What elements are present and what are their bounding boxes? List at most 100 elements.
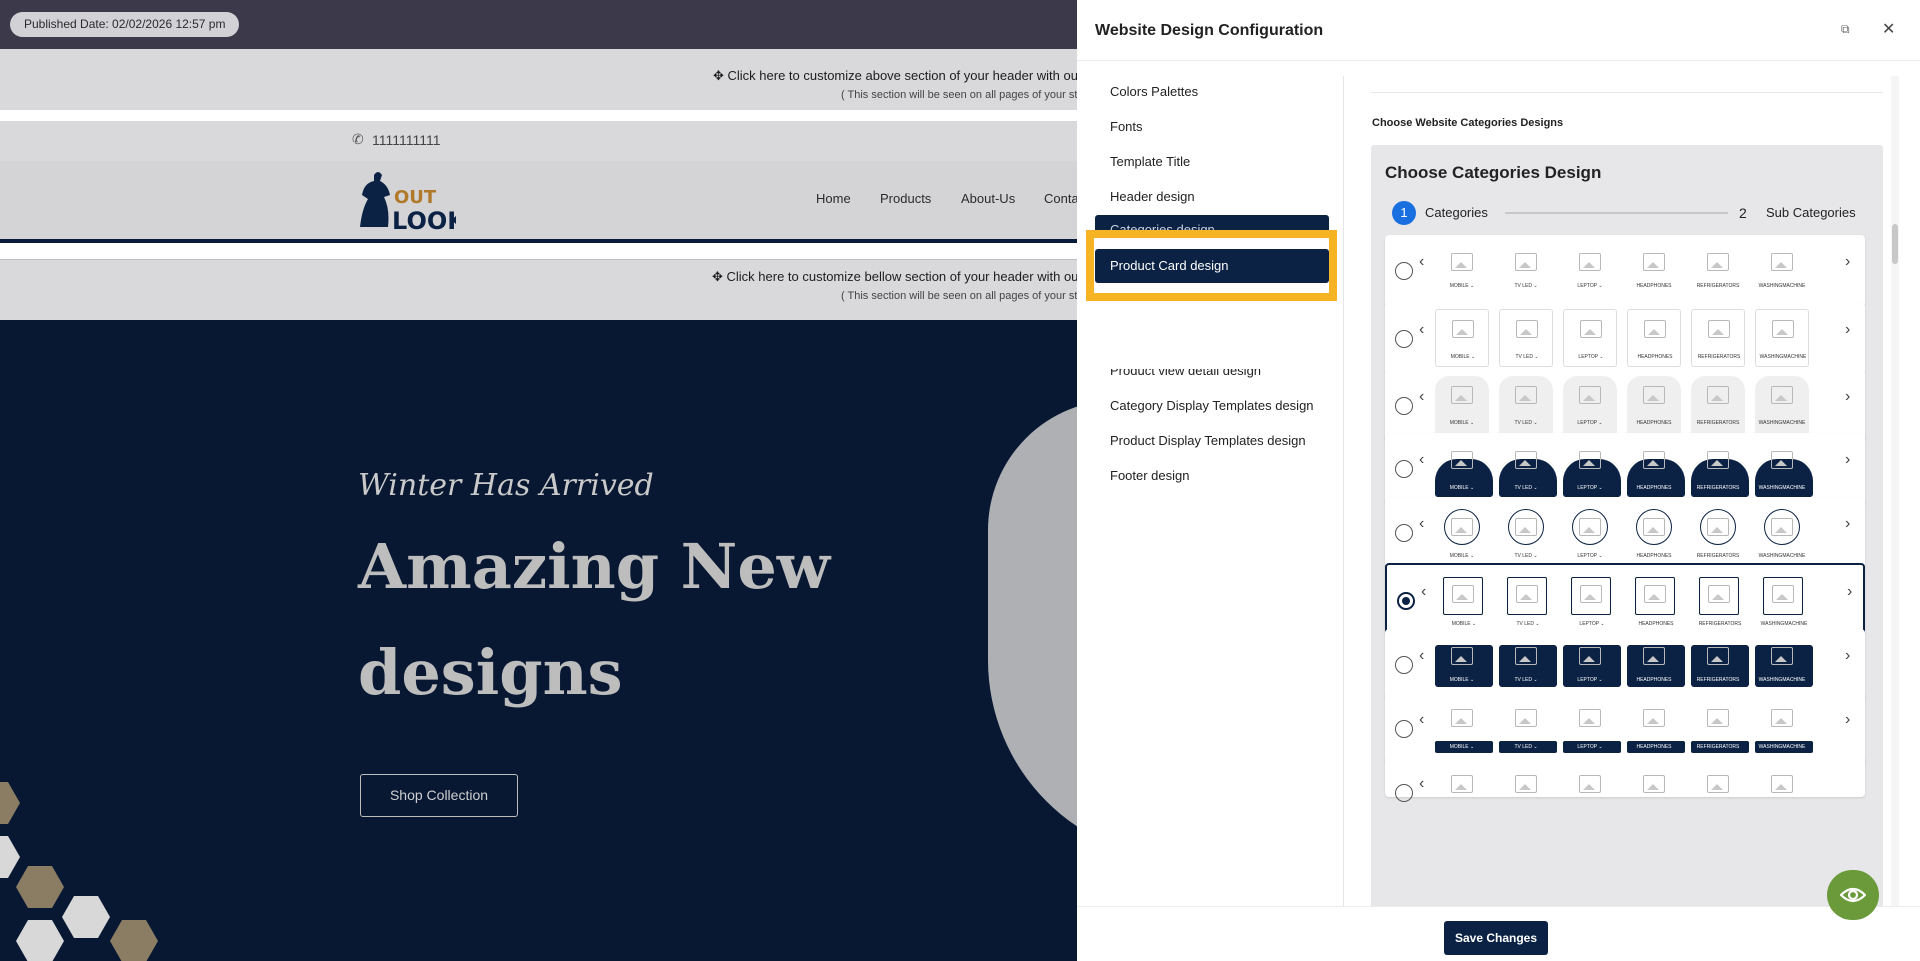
chevron-left-icon[interactable]: ‹ — [1419, 775, 1424, 793]
chevron-left-icon[interactable]: ‹ — [1419, 711, 1424, 729]
design-option-7[interactable]: ‹ › MOBILE ⌄ TV LED ⌄ LEPTOP ⌄ HEADPHONES REFR… — [1385, 629, 1865, 701]
design-option-radio[interactable] — [1395, 330, 1413, 348]
store-logo[interactable]: OUT LOOK — [352, 169, 456, 235]
design-option-radio[interactable] — [1395, 720, 1413, 738]
chevron-left-icon[interactable]: ‹ — [1419, 321, 1424, 339]
design-option-8[interactable]: ‹ › MOBILE ⌄ TV LED ⌄ LEPTOP ⌄ HEADPHONES REFR… — [1385, 693, 1865, 765]
category-tile: MOBILE ⌄ — [1435, 705, 1493, 753]
image-placeholder-icon — [1515, 647, 1537, 665]
step-1-indicator[interactable]: 1 — [1392, 201, 1416, 225]
category-tile: LEPTOP ⌄ — [1563, 509, 1617, 559]
image-placeholder-icon — [1771, 647, 1793, 665]
menu-fonts[interactable]: Fonts — [1110, 119, 1143, 134]
design-option-6[interactable]: ‹ › MOBILE ⌄ TV LED ⌄ LEPTOP ⌄ HEADPHONES REFR… — [1385, 563, 1865, 635]
design-option-radio[interactable] — [1395, 784, 1413, 802]
chevron-right-icon[interactable]: › — [1845, 515, 1850, 533]
menu-product-view-detail[interactable]: Product view detail design — [1110, 369, 1261, 378]
category-tile-label: HEADPHONES — [1636, 283, 1672, 289]
category-tile-label: MOBILE ⌄ — [1449, 744, 1475, 750]
shop-collection-button[interactable]: Shop Collection — [360, 774, 518, 817]
category-tile-label: WASHINGMACHINE — [1758, 485, 1806, 491]
design-option-1[interactable]: ‹ › MOBILE ⌄ TV LED ⌄ LEPTOP ⌄ HEADPHONES REFR… — [1385, 235, 1865, 307]
menu-footer-design[interactable]: Footer design — [1110, 468, 1190, 483]
category-tile-label: LEPTOP ⌄ — [1579, 621, 1605, 627]
design-option-9[interactable]: ‹ — [1385, 757, 1865, 802]
design-option-2[interactable]: ‹ › MOBILE ⌄ TV LED ⌄ LEPTOP ⌄ HEADPHONES REFR… — [1385, 303, 1865, 375]
nav-products[interactable]: Products — [880, 191, 931, 206]
image-placeholder-icon — [1707, 647, 1729, 665]
image-placeholder-icon — [1707, 518, 1729, 536]
chevron-right-icon[interactable]: › — [1845, 711, 1850, 729]
chevron-left-icon[interactable]: ‹ — [1421, 583, 1426, 601]
category-tile: LEPTOP ⌄ — [1563, 445, 1621, 497]
design-option-radio[interactable] — [1395, 460, 1413, 478]
header-bottom-customize-text[interactable]: ✥ Click here to customize bellow section… — [712, 269, 1077, 285]
image-placeholder-icon — [1579, 386, 1601, 404]
header-top-customize-strip[interactable]: ✥ Click here to customize above section … — [0, 49, 1077, 110]
category-tile-label: TV LED ⌄ — [1514, 677, 1538, 683]
chevron-left-icon[interactable]: ‹ — [1419, 647, 1424, 665]
nav-home[interactable]: Home — [816, 191, 851, 206]
hexagon-decoration — [62, 896, 110, 938]
header-bottom-customize-strip[interactable]: ✥ Click here to customize bellow section… — [0, 259, 1077, 320]
chevron-right-icon[interactable]: › — [1845, 253, 1850, 271]
design-option-5[interactable]: ‹ › MOBILE ⌄ TV LED ⌄ LEPTOP ⌄ HEADPHONES REFR… — [1385, 497, 1865, 569]
design-option-radio[interactable] — [1395, 397, 1413, 415]
step-2-label[interactable]: Sub Categories — [1766, 205, 1856, 220]
menu-category-display-templates[interactable]: Category Display Templates design — [1110, 398, 1314, 413]
design-option-radio[interactable] — [1395, 524, 1413, 542]
scrollbar-thumb[interactable] — [1892, 224, 1898, 264]
chevron-left-icon[interactable]: ‹ — [1419, 388, 1424, 406]
image-placeholder-icon — [1708, 585, 1730, 603]
design-option-4[interactable]: ‹ › MOBILE ⌄ TV LED ⌄ LEPTOP ⌄ HEADPHONES REFR… — [1385, 433, 1865, 505]
menu-header-design[interactable]: Header design — [1110, 189, 1195, 204]
menu-template-title[interactable]: Template Title — [1110, 154, 1190, 169]
design-option-radio[interactable] — [1395, 656, 1413, 674]
image-placeholder-icon — [1771, 451, 1793, 469]
image-placeholder-icon — [1451, 386, 1473, 404]
category-tile: TV LED ⌄ — [1499, 509, 1553, 559]
nav-contact[interactable]: Conta — [1044, 191, 1077, 206]
hexagon-decoration — [0, 782, 20, 824]
step-1-label[interactable]: Categories — [1425, 205, 1488, 220]
chevron-right-icon[interactable]: › — [1845, 647, 1850, 665]
design-option-radio[interactable] — [1397, 592, 1415, 610]
chevron-left-icon[interactable]: ‹ — [1419, 253, 1424, 271]
category-tile-label: HEADPHONES — [1637, 354, 1673, 360]
expand-icon[interactable]: ⧉ — [1841, 22, 1850, 37]
category-tile: REFRIGERATORS — [1691, 376, 1745, 434]
chevron-right-icon[interactable]: › — [1847, 583, 1852, 601]
design-option-3[interactable]: ‹ › MOBILE ⌄ TV LED ⌄ LEPTOP ⌄ HEADPHONES REFR… — [1385, 370, 1865, 442]
close-icon[interactable]: ✕ — [1882, 19, 1895, 39]
step-2-indicator[interactable]: 2 — [1739, 205, 1747, 221]
image-placeholder-icon — [1579, 253, 1601, 271]
category-tile-label: HEADPHONES — [1638, 621, 1674, 627]
chevron-right-icon[interactable]: › — [1845, 451, 1850, 469]
design-option-radio[interactable] — [1395, 262, 1413, 280]
chevron-left-icon[interactable]: ‹ — [1419, 515, 1424, 533]
category-tile-label: WASHINGMACHINE — [1758, 553, 1806, 559]
category-tile: WASHINGMACHINE — [1755, 705, 1813, 753]
image-placeholder-icon — [1643, 647, 1665, 665]
category-tile — [1499, 769, 1553, 817]
category-tile: WASHINGMACHINE — [1755, 376, 1809, 434]
chevron-right-icon[interactable]: › — [1845, 321, 1850, 339]
menu-colors-palettes[interactable]: Colors Palettes — [1110, 84, 1198, 99]
preview-eye-button[interactable] — [1827, 870, 1879, 920]
image-placeholder-icon — [1515, 709, 1537, 727]
design-config-panel: Website Design Configuration ⧉ ✕ Colors … — [1077, 0, 1920, 961]
category-tile: REFRIGERATORS — [1691, 445, 1749, 497]
chevron-right-icon[interactable]: › — [1845, 388, 1850, 406]
save-changes-button[interactable]: Save Changes — [1444, 921, 1548, 955]
category-tile-label: MOBILE ⌄ — [1450, 354, 1476, 360]
panel-scrollbar[interactable] — [1891, 76, 1899, 906]
category-tile: LEPTOP ⌄ — [1565, 577, 1619, 627]
header-top-customize-text[interactable]: ✥ Click here to customize above section … — [713, 68, 1077, 84]
hero-banner: Winter Has Arrived Amazing New designs S… — [0, 320, 1077, 961]
image-placeholder-icon — [1643, 386, 1665, 404]
chevron-left-icon[interactable]: ‹ — [1419, 451, 1424, 469]
nav-about-us[interactable]: About-Us — [961, 191, 1015, 206]
image-placeholder-icon — [1579, 647, 1601, 665]
menu-product-card-design[interactable]: Product Card design — [1095, 249, 1329, 283]
menu-product-display-templates[interactable]: Product Display Templates design — [1110, 433, 1306, 448]
